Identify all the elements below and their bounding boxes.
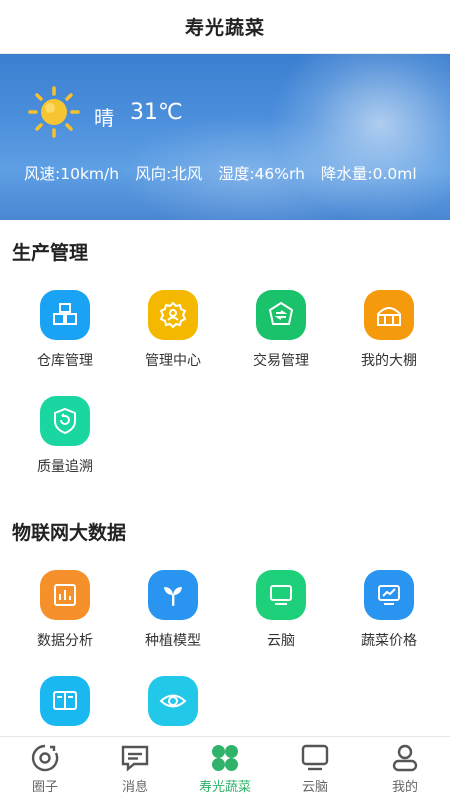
tab-label: 云脑 (301, 780, 328, 795)
sun-icon (28, 86, 80, 138)
user-icon (388, 742, 422, 774)
eye-icon (148, 676, 198, 726)
top-header: 寿光蔬菜 (0, 0, 450, 54)
section-title-production: 生产管理 (12, 242, 89, 264)
tile-planting-model[interactable]: 种植模型 (119, 570, 227, 676)
tile-label: 质量追溯 (37, 459, 93, 475)
tile-vegetable-price[interactable]: 蔬菜价格 (335, 570, 443, 676)
gear-person-icon (148, 290, 198, 340)
circle-icon (28, 742, 62, 774)
precipitation: 降水量:0.0ml (320, 165, 417, 183)
tile-label: 管理中心 (145, 353, 201, 369)
message-icon (118, 742, 152, 774)
tile-label: 交易管理 (253, 353, 309, 369)
price-screen-icon (364, 570, 414, 620)
trace-shield-icon (40, 396, 90, 446)
tab-cloud-brain[interactable]: 云脑 (270, 737, 360, 800)
page-title: 寿光蔬菜 (184, 17, 265, 39)
tab-shouguang-vegetables[interactable]: 寿光蔬菜 (180, 737, 270, 800)
tile-label: 云脑 (267, 633, 295, 649)
tab-label: 消息 (121, 780, 148, 795)
tile-data-analysis[interactable]: 数据分析 (11, 570, 119, 676)
production-grid: 仓库管理 管理中心 交易管理 我的大棚 质量追溯 (0, 290, 450, 502)
weather-banner: 晴 31℃ 风速:10km/h 风向:北风 湿度:46%rh 降水量:0.0ml (0, 54, 450, 220)
tile-label: 种植模型 (145, 633, 201, 649)
chart-icon (40, 570, 90, 620)
weather-condition: 晴 (94, 106, 114, 130)
monitor-icon (256, 570, 306, 620)
warehouse-icon (40, 290, 90, 340)
tile-label: 我的大棚 (361, 353, 417, 369)
tab-label: 圈子 (31, 780, 58, 795)
wind-direction: 风向:北风 (135, 165, 203, 183)
tile-cloud-brain[interactable]: 云脑 (227, 570, 335, 676)
tab-label: 寿光蔬菜 (198, 780, 251, 795)
book-icon (40, 676, 90, 726)
tab-messages[interactable]: 消息 (90, 737, 180, 800)
greenhouse-icon (364, 290, 414, 340)
tab-circle[interactable]: 圈子 (0, 737, 90, 800)
tile-warehouse[interactable]: 仓库管理 (11, 290, 119, 396)
tile-quality-trace[interactable]: 质量追溯 (11, 396, 119, 502)
tile-label: 仓库管理 (37, 353, 93, 369)
monitor-icon (298, 742, 332, 774)
tile-label: 数据分析 (37, 633, 93, 649)
tile-label: 蔬菜价格 (361, 633, 417, 649)
clover-icon (208, 742, 242, 774)
exchange-icon (256, 290, 306, 340)
weather-temperature: 31℃ (130, 100, 183, 125)
weather-stats: 风速:10km/h 风向:北风 湿度:46%rh 降水量:0.0ml (24, 162, 417, 184)
tile-greenhouse[interactable]: 我的大棚 (335, 290, 443, 396)
bottom-tabbar: 圈子 消息 寿光蔬菜 云脑 我的 (0, 736, 450, 800)
sprout-icon (148, 570, 198, 620)
humidity: 湿度:46%rh (218, 165, 305, 183)
tile-management-center[interactable]: 管理中心 (119, 290, 227, 396)
section-title-iot: 物联网大数据 (12, 522, 127, 544)
wind-speed: 风速:10km/h (24, 165, 120, 183)
tab-label: 我的 (391, 780, 418, 795)
tab-mine[interactable]: 我的 (360, 737, 450, 800)
tile-trade[interactable]: 交易管理 (227, 290, 335, 396)
